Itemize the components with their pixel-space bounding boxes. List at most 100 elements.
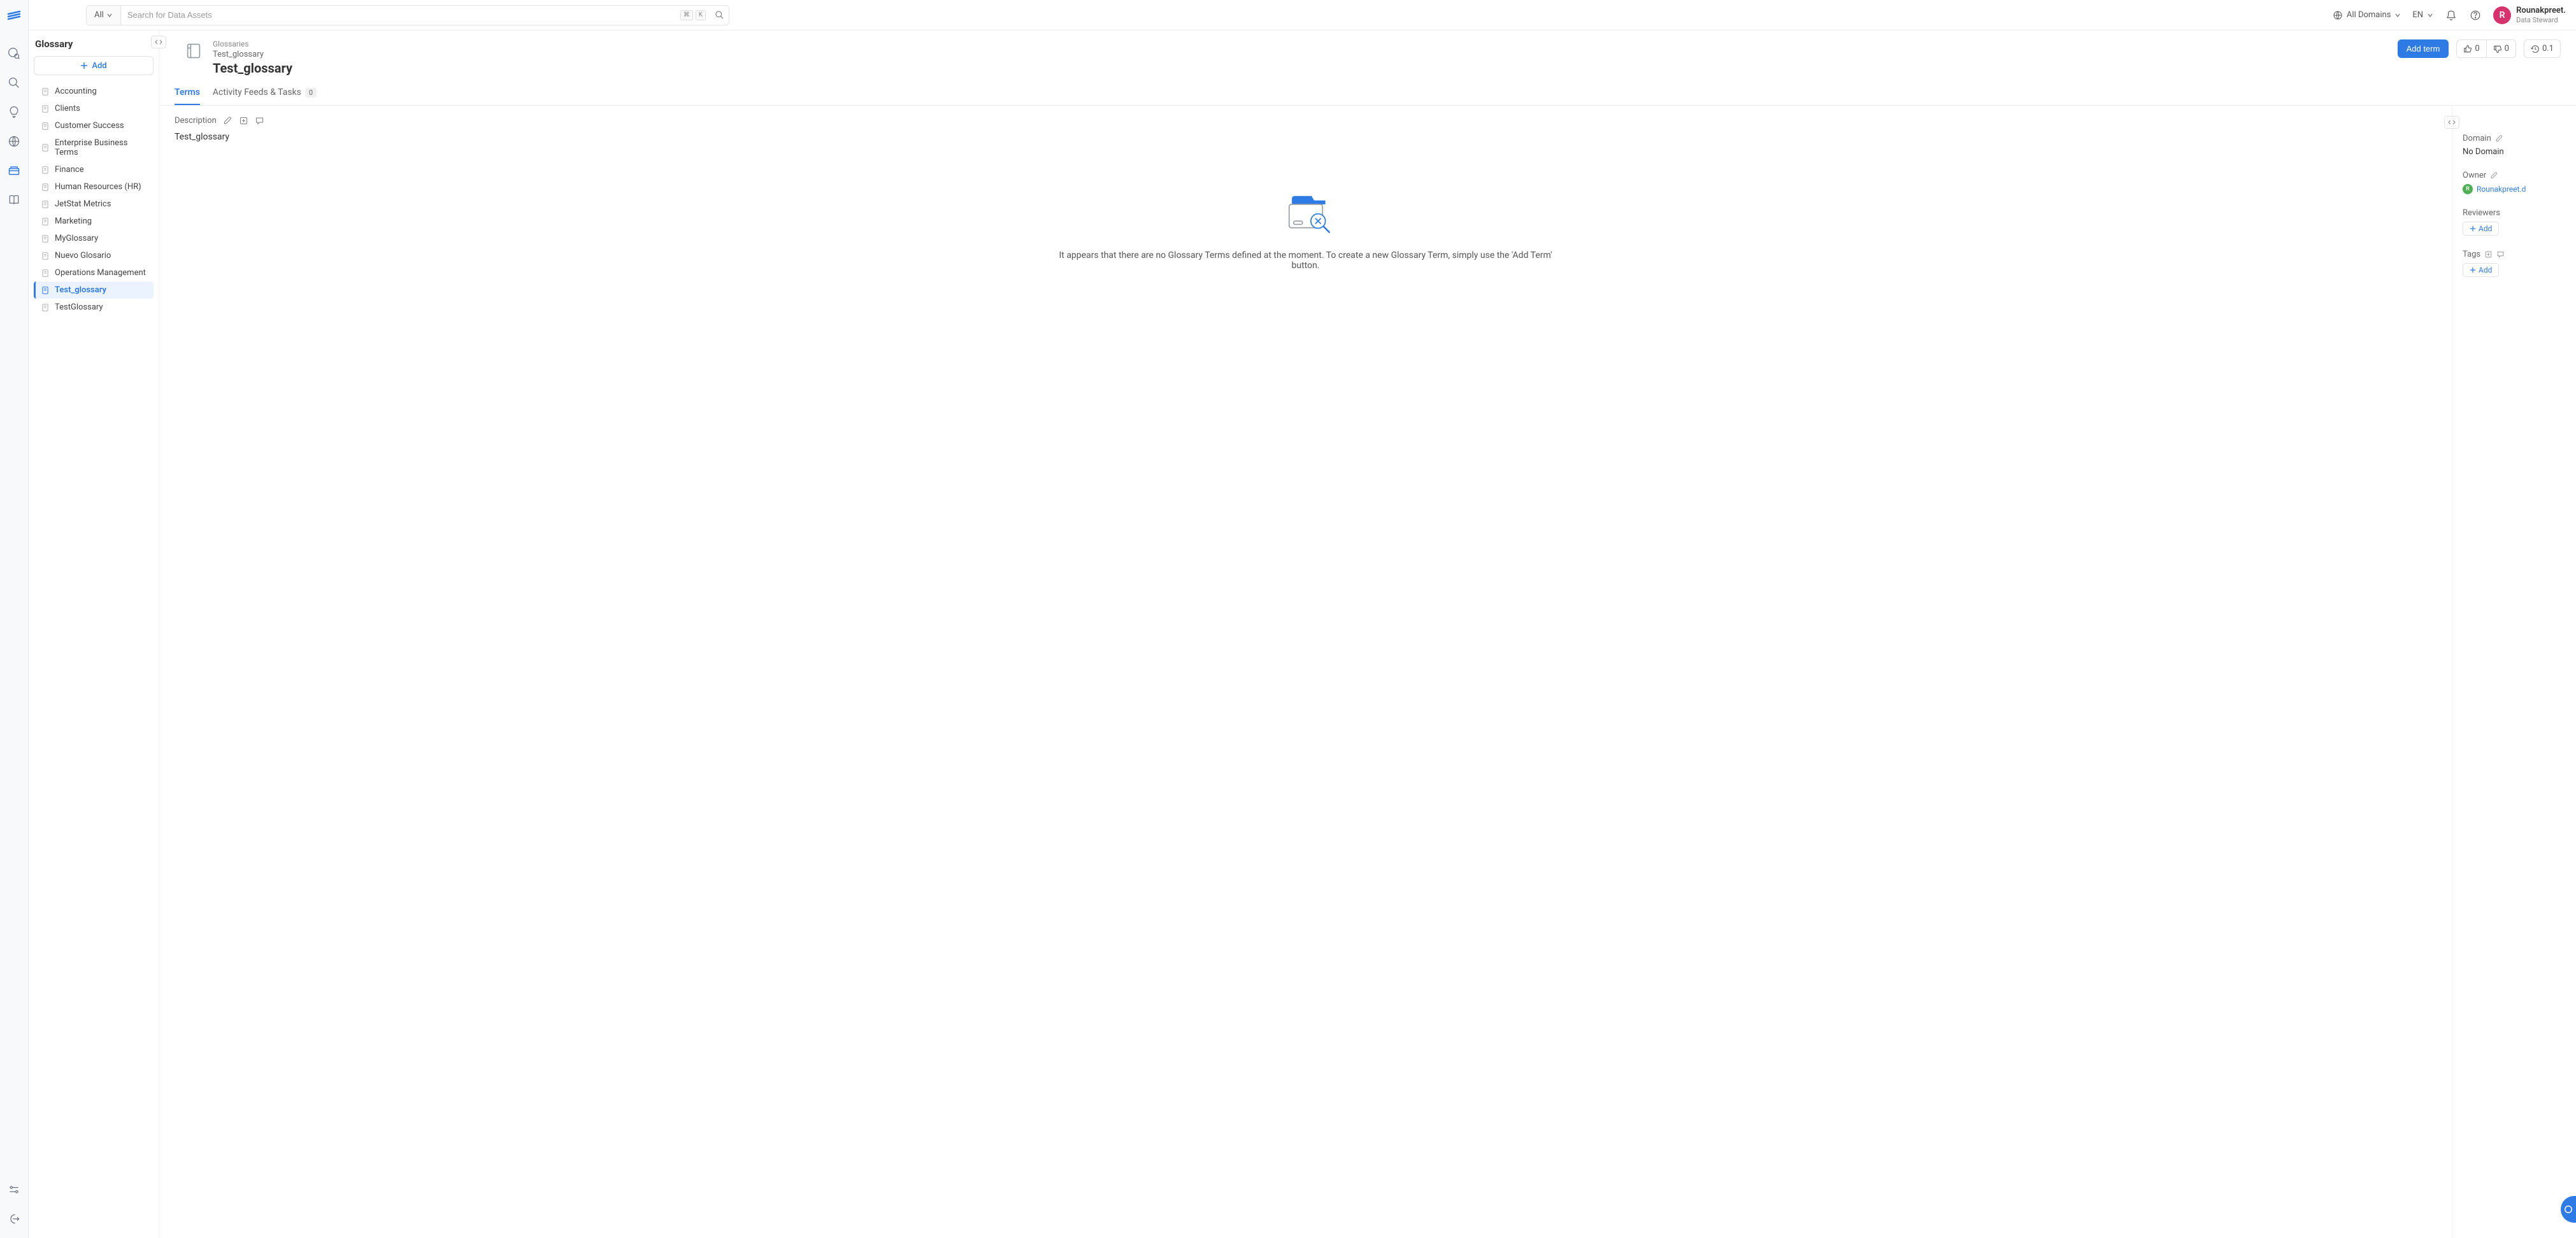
nav-docs-icon[interactable]: [4, 190, 24, 210]
glossary-item[interactable]: Finance: [34, 161, 154, 178]
owner-name: Rounakpreet.d: [2477, 185, 2526, 194]
glossary-item-label: Test_glossary: [55, 285, 106, 295]
glossary-item-label: Marketing: [55, 217, 92, 226]
domain-section: Domain No Domain: [2463, 134, 2566, 157]
tags-label: Tags: [2463, 250, 2480, 259]
glossary-item[interactable]: MyGlossary: [34, 230, 154, 247]
upvote-button[interactable]: 0: [2457, 40, 2486, 57]
search-input[interactable]: [121, 10, 680, 20]
owner-chip[interactable]: R Rounakpreet.d: [2463, 184, 2566, 194]
document-icon: [41, 252, 50, 260]
nav-explore-icon[interactable]: [4, 43, 24, 64]
empty-state: It appears that there are no Glossary Te…: [159, 146, 2452, 1238]
add-reviewer-button[interactable]: Add: [2463, 222, 2499, 236]
glossary-list-panel: Glossary Add AccountingClients Customer S…: [29, 31, 159, 1238]
document-icon: [41, 217, 50, 226]
reviewers-label: Reviewers: [2463, 208, 2500, 218]
nav-domains-icon[interactable]: [4, 131, 24, 152]
plus-icon: [80, 62, 88, 69]
kbd-cmd: ⌘: [680, 10, 693, 20]
comment-icon[interactable]: [255, 116, 264, 125]
tabs: Terms Activity Feeds & Tasks 0: [159, 76, 2576, 106]
glossary-item[interactable]: Enterprise Business Terms: [34, 134, 154, 161]
language-dropdown[interactable]: EN: [2412, 10, 2433, 20]
document-icon: [41, 166, 50, 174]
nav-settings-icon[interactable]: [4, 1179, 24, 1200]
search-filter-dropdown[interactable]: All: [87, 6, 121, 25]
document-icon: [41, 122, 50, 131]
breadcrumb[interactable]: Glossaries: [213, 39, 292, 48]
edit-icon[interactable]: [223, 116, 233, 125]
user-menu[interactable]: R Rounakpreet. Data Steward: [2493, 6, 2566, 24]
document-icon: [41, 104, 50, 113]
tab-terms[interactable]: Terms: [175, 87, 200, 105]
glossary-item-label: Human Resources (HR): [55, 182, 141, 192]
panel-collapse-toggle[interactable]: [151, 36, 166, 48]
domains-label: All Domains: [2347, 10, 2391, 20]
version-chip[interactable]: 0.1: [2524, 39, 2561, 58]
domains-dropdown[interactable]: All Domains: [2333, 10, 2401, 20]
add-glossary-button[interactable]: Add: [34, 56, 154, 75]
glossary-item-label: Customer Success: [55, 121, 124, 131]
downvote-button[interactable]: 0: [2486, 40, 2515, 57]
glossary-item-label: MyGlossary: [55, 234, 98, 243]
add-reviewer-label: Add: [2479, 224, 2492, 233]
tab-activity-count: 0: [305, 88, 317, 97]
tags-section: Tags Add: [2463, 250, 2566, 277]
glossary-panel-title: Glossary: [34, 38, 154, 50]
document-icon: [41, 87, 50, 96]
search-filter-label: All: [94, 10, 104, 20]
glossary-item[interactable]: Operations Management: [34, 264, 154, 281]
glossary-list: AccountingClients Customer Success Enterpr…: [34, 83, 154, 1230]
nav-insights-icon[interactable]: [4, 102, 24, 122]
glossary-item[interactable]: Accounting: [34, 83, 154, 100]
request-icon[interactable]: [239, 116, 248, 125]
glossary-item[interactable]: Test_glossary: [34, 281, 154, 299]
empty-state-message: It appears that there are no Glossary Te…: [1051, 250, 1561, 271]
tab-activity-label: Activity Feeds & Tasks: [213, 87, 301, 97]
glossary-item[interactable]: TestGlossary: [34, 299, 154, 316]
glossary-item[interactable]: Human Resources (HR): [34, 178, 154, 196]
search-icon[interactable]: [710, 6, 729, 25]
nav-search-icon[interactable]: [4, 73, 24, 93]
app-logo[interactable]: [5, 8, 23, 25]
chevron-down-icon: [2427, 12, 2433, 18]
avatar: R: [2493, 6, 2511, 24]
help-icon[interactable]: [2469, 9, 2482, 22]
domain-label: Domain: [2463, 134, 2491, 143]
user-role: Data Steward: [2516, 16, 2566, 24]
edit-icon[interactable]: [2495, 134, 2503, 143]
right-panel-collapse-toggle[interactable]: [2444, 116, 2459, 129]
request-icon[interactable]: [2484, 250, 2493, 259]
add-term-button[interactable]: Add term: [2398, 39, 2449, 58]
downvote-count: 0: [2505, 44, 2509, 53]
notifications-icon[interactable]: [2445, 9, 2458, 22]
nav-glossary-icon[interactable]: [4, 160, 24, 181]
domain-value: No Domain: [2463, 147, 2566, 157]
page-title: Test_glossary: [213, 60, 292, 76]
edit-icon[interactable]: [2490, 171, 2498, 180]
empty-state-icon: [1277, 190, 1335, 235]
document-icon: [41, 286, 50, 295]
glossary-item[interactable]: Nuevo Glosario: [34, 247, 154, 264]
glossary-item[interactable]: Customer Success: [34, 117, 154, 134]
add-glossary-label: Add: [92, 61, 106, 71]
glossary-item-label: Enterprise Business Terms: [55, 138, 148, 157]
owner-label: Owner: [2463, 171, 2486, 180]
language-label: EN: [2412, 10, 2423, 20]
glossary-item[interactable]: JetStat Metrics: [34, 196, 154, 213]
add-tag-label: Add: [2479, 266, 2492, 274]
tab-terms-label: Terms: [175, 87, 200, 97]
add-tag-button[interactable]: Add: [2463, 263, 2499, 277]
comment-icon[interactable]: [2496, 250, 2505, 259]
content-panel: Glossaries Test_glossary Test_glossary A…: [159, 31, 2576, 1238]
thumbs-down-icon: [2493, 45, 2502, 53]
glossary-item[interactable]: Marketing: [34, 213, 154, 230]
owner-section: Owner R Rounakpreet.d: [2463, 171, 2566, 194]
right-panel: Domain No Domain Owner R Rounakpreet.d: [2452, 106, 2576, 1238]
glossary-item[interactable]: Clients: [34, 100, 154, 117]
nav-logout-icon[interactable]: [4, 1209, 24, 1229]
plus-icon: [2470, 267, 2476, 273]
tab-activity[interactable]: Activity Feeds & Tasks 0: [213, 87, 317, 105]
topbar: All ⌘ K All Domains EN: [29, 0, 2576, 31]
